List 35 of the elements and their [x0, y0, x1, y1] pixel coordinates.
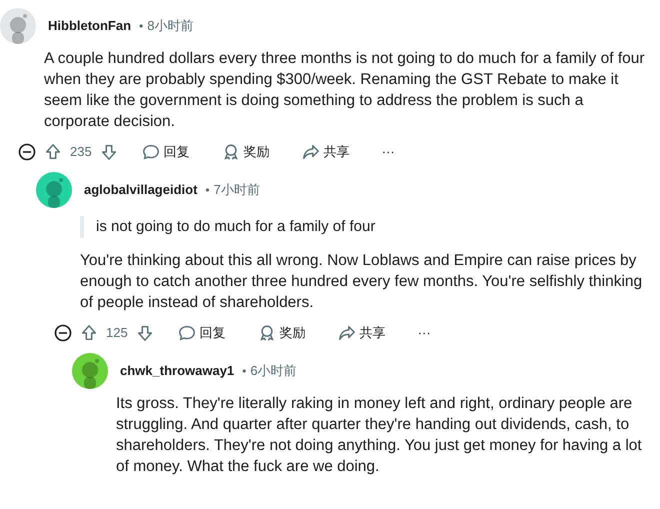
username[interactable]: HibbletonFan — [48, 16, 132, 36]
separator-dot: • — [139, 18, 144, 35]
upvote-icon[interactable] — [44, 143, 62, 161]
award-button[interactable]: 奖励 — [258, 323, 306, 343]
username[interactable]: aglobalvillageidiot — [84, 180, 198, 200]
downvote-icon[interactable] — [100, 143, 118, 161]
separator-dot: • — [242, 363, 246, 380]
more-button[interactable]: ··· — [382, 142, 395, 162]
avatar-icon[interactable] — [72, 353, 108, 389]
award-icon — [258, 324, 276, 342]
speech-bubble-icon — [178, 324, 196, 342]
share-button[interactable]: 共享 — [302, 142, 350, 162]
award-icon — [222, 143, 240, 161]
reply-button[interactable]: 回复 — [178, 323, 226, 343]
separator-dot: • — [205, 182, 210, 199]
avatar-icon[interactable] — [36, 172, 72, 208]
comment-time: 8小时前 — [147, 17, 194, 36]
comment-time: 6小时前 — [250, 362, 297, 380]
share-icon — [338, 324, 356, 342]
speech-bubble-icon — [142, 143, 160, 161]
more-button[interactable]: ··· — [418, 323, 431, 343]
comment-text: A couple hundred dollars every three months is not going to do much for a family of four when they are probably spending $300/week. Renaming the GST Rebate to make it seem like the government is doing something to address the problem is such a corporate decision. — [44, 49, 646, 132]
award-button[interactable]: 奖励 — [222, 142, 270, 162]
vote-score: 235 — [70, 143, 92, 162]
comment-text: Its gross. They're literally raking in money left and right, ordinary people are struggling. And quarter after quarter they're handing out dividends, cash, to shareholders. They're not doing anything. You just get money for having a lot of money. What the fuck are we doing. — [116, 394, 643, 477]
comment-time: 7小时前 — [214, 181, 260, 200]
quote-block: is not going to do much for a family of four — [80, 216, 660, 238]
username[interactable]: chwk_throwaway1 — [120, 361, 234, 381]
vote-score: 125 — [106, 324, 128, 342]
downvote-icon[interactable] — [136, 324, 154, 342]
comment-text: You're thinking about this all wrong. Now Loblaws and Empire can raise prices by enough to catch another three hundred every few months. You're selfishly thinking of people instead of shareholders. — [80, 251, 644, 313]
share-icon — [302, 143, 320, 161]
upvote-icon[interactable] — [80, 324, 98, 342]
share-button[interactable]: 共享 — [338, 323, 386, 343]
reply-button[interactable]: 回复 — [142, 142, 190, 162]
